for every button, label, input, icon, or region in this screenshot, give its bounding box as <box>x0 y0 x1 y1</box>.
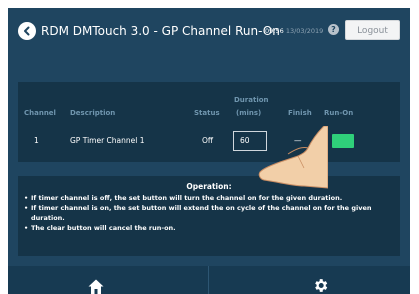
gear-icon <box>315 279 328 292</box>
operation-item: The clear button will cancel the run-on. <box>24 223 396 233</box>
cell-status: Off <box>202 136 214 145</box>
column-header-duration: Duration <box>234 96 269 104</box>
column-header-status: Status <box>194 109 220 117</box>
settings-button[interactable] <box>312 277 329 294</box>
logout-button[interactable]: Logout <box>345 20 400 40</box>
clock: 09:56 13/03/2019 <box>265 26 323 36</box>
back-button[interactable] <box>18 22 36 40</box>
header-bar: RDM DMTouch 3.0 - GP Channel Run-On 09:5… <box>8 8 410 54</box>
page-title: RDM DMTouch 3.0 - GP Channel Run-On <box>41 24 280 38</box>
help-icon[interactable]: ? <box>328 24 339 35</box>
operation-item: If timer channel is off, the set button … <box>24 193 396 203</box>
clock-time: 09:56 <box>265 27 284 35</box>
cell-channel: 1 <box>34 136 39 145</box>
column-header-description: Description <box>70 109 116 117</box>
footer-divider <box>208 266 209 294</box>
clock-date: 13/03/2019 <box>285 27 324 35</box>
hand-pointer-icon <box>258 126 328 189</box>
runon-button[interactable] <box>332 134 354 148</box>
column-header-runon: Run-On <box>324 109 354 117</box>
channel-table: Channel Description Status Duration (min… <box>18 82 400 162</box>
column-header-channel: Channel <box>24 109 56 117</box>
back-arrow-icon <box>24 26 30 36</box>
app-screen: RDM DMTouch 3.0 - GP Channel Run-On 09:5… <box>8 8 410 294</box>
column-header-duration-unit: (mins) <box>236 109 262 117</box>
column-header-finish: Finish <box>288 109 312 117</box>
operation-item: If timer channel is on, the set button w… <box>24 203 396 223</box>
cell-description: GP Timer Channel 1 <box>70 136 145 145</box>
home-icon <box>88 279 104 294</box>
operation-panel: Operation: If timer channel is off, the … <box>18 176 400 256</box>
footer-bar <box>8 266 410 294</box>
operation-title: Operation: <box>186 182 232 191</box>
home-button[interactable] <box>88 279 104 294</box>
operation-list: If timer channel is off, the set button … <box>24 193 396 233</box>
